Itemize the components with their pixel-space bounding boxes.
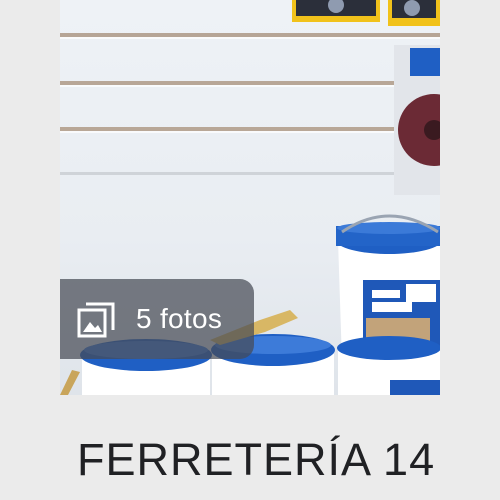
photo-count-button[interactable]: 5 fotos — [60, 279, 254, 359]
photo-count-label: 5 fotos — [136, 303, 223, 334]
place-title[interactable]: FERRETERÍA 14 — [77, 432, 435, 488]
slatwall — [60, 33, 440, 175]
place-card[interactable]: 5 fotos FERRETERÍA 14 — [0, 0, 500, 500]
hanging-products — [292, 0, 440, 26]
photo-library-icon — [76, 299, 116, 339]
sanding-disc-bag — [394, 45, 440, 195]
